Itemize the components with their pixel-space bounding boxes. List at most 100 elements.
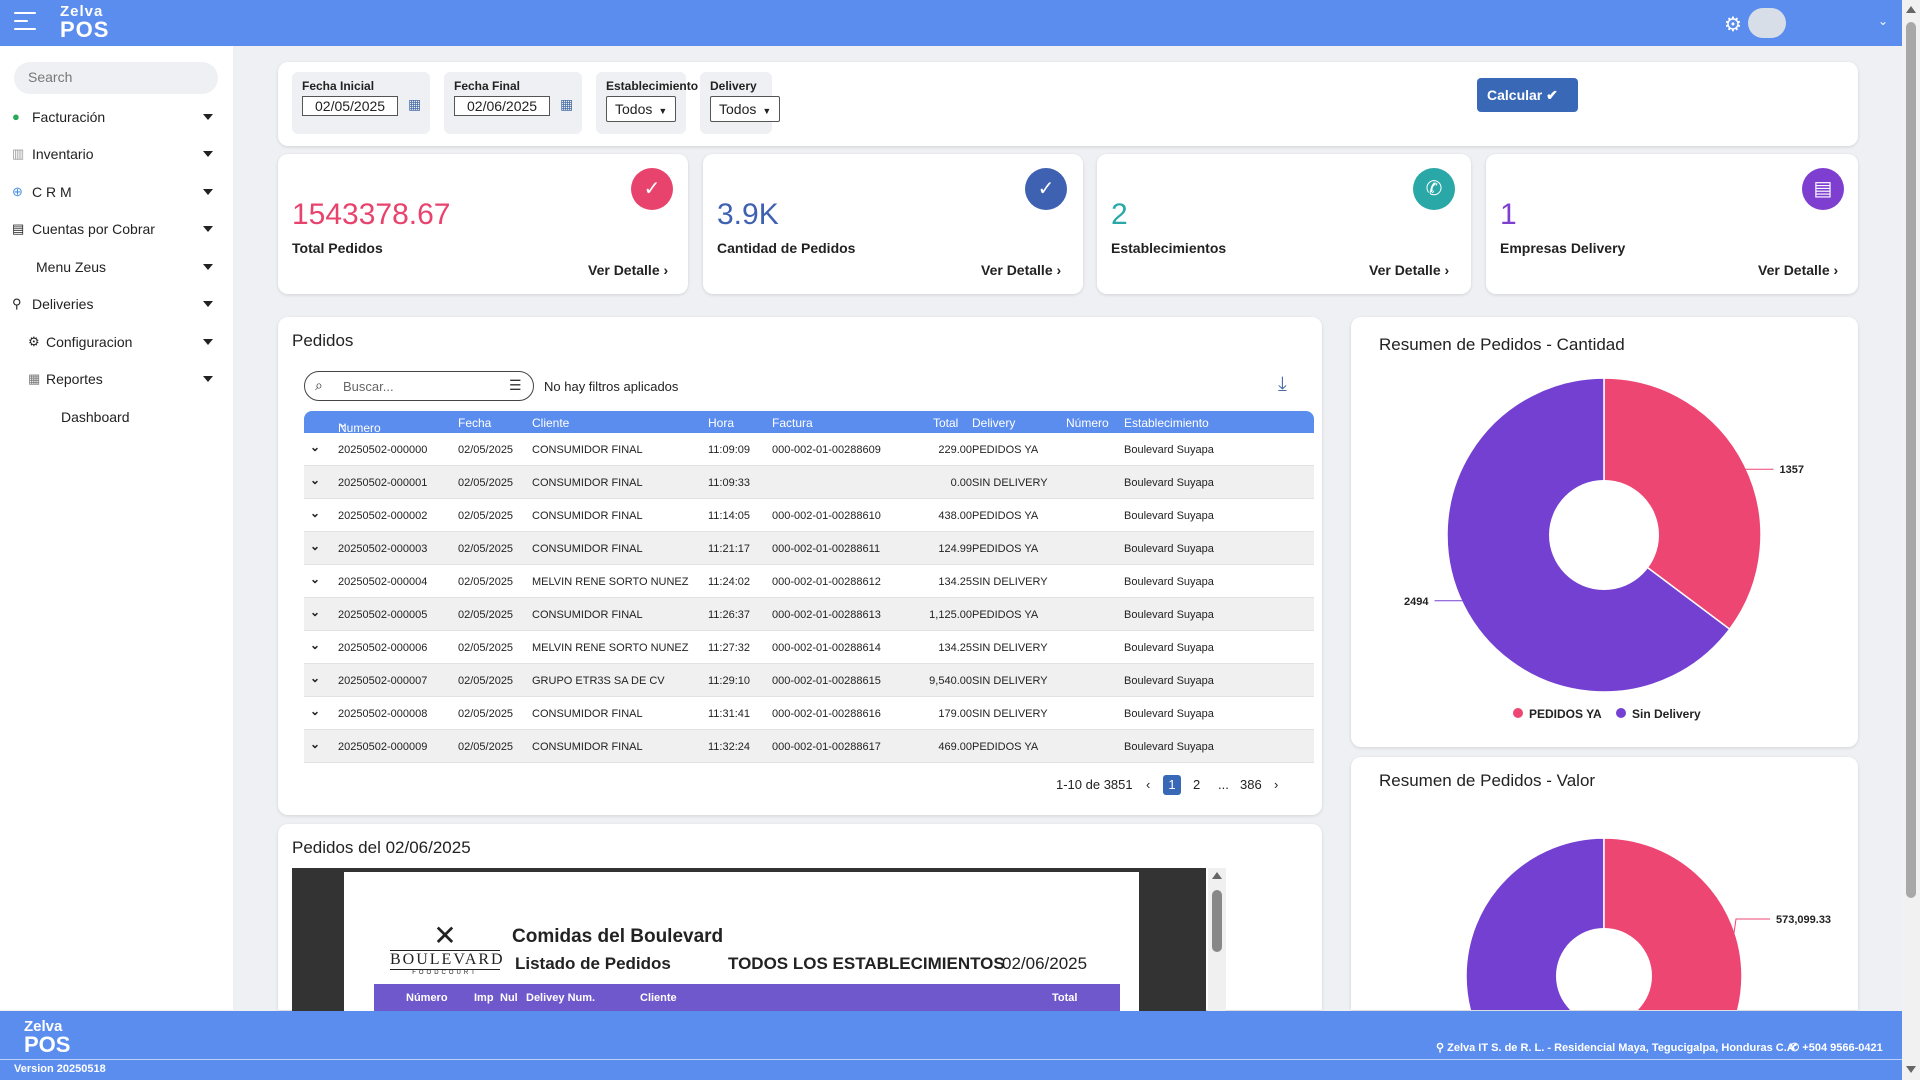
- delivery-select[interactable]: Todos ▼: [710, 96, 781, 122]
- expand-row-icon[interactable]: ⌄: [310, 737, 320, 751]
- scroll-up-icon[interactable]: [1906, 6, 1916, 13]
- chevron-down-icon[interactable]: ⌄: [1878, 14, 1888, 28]
- sidebar-item-crm[interactable]: ⊕ C R M: [0, 177, 233, 207]
- table-row[interactable]: ⌄ 20250502-000007 02/05/2025 GRUPO ETR3S SA…: [304, 664, 1314, 697]
- scroll-thumb[interactable]: [1906, 22, 1916, 898]
- ver-detalle-link[interactable]: Ver Detalle ›: [1369, 262, 1449, 278]
- motorbike-icon: ⚲: [12, 296, 22, 311]
- scroll-up-icon[interactable]: [1212, 872, 1222, 879]
- table-cell: 20250502-000005: [338, 609, 428, 621]
- expand-row-icon[interactable]: ⌄: [310, 605, 320, 619]
- sidebar-item-menu-zeus[interactable]: Menu Zeus: [0, 252, 233, 282]
- column-header-delivery[interactable]: Delivery: [972, 416, 1015, 430]
- next-page-icon[interactable]: ›: [1274, 777, 1278, 792]
- table-row[interactable]: ⌄ 20250502-000009 02/05/2025 CONSUMIDOR FIN…: [304, 730, 1314, 763]
- report-card: Pedidos del 02/06/2025 ✕ BOULEVARD FOODC…: [278, 824, 1322, 1018]
- column-header-cliente[interactable]: Cliente: [532, 416, 569, 430]
- column-header-factura[interactable]: Factura: [772, 416, 813, 430]
- previous-page-icon[interactable]: ‹: [1146, 777, 1150, 792]
- scroll-down-icon[interactable]: [1906, 1066, 1916, 1073]
- sidebar-item-configuracion[interactable]: ⚙ Configuracion: [0, 327, 233, 357]
- establecimiento-select[interactable]: Todos ▼: [606, 96, 677, 122]
- table-cell: 0.00: [950, 477, 972, 489]
- expand-row-icon[interactable]: ⌄: [310, 638, 320, 652]
- calendar-icon[interactable]: ▦: [408, 96, 421, 113]
- sidebar-item-facturacion[interactable]: ● Facturación: [0, 102, 233, 132]
- legend-label-sin-delivery[interactable]: Sin Delivery: [1632, 707, 1701, 721]
- ver-detalle-link[interactable]: Ver Detalle ›: [588, 262, 668, 278]
- sidebar-item-deliveries[interactable]: ⚲ Deliveries: [0, 289, 233, 319]
- report-scrollbar[interactable]: [1208, 868, 1226, 1018]
- menu-icon[interactable]: [14, 12, 36, 32]
- table-row[interactable]: ⌄ 20250502-000005 02/05/2025 CONSUMIDOR FIN…: [304, 598, 1314, 631]
- table-cell: 134.25: [938, 642, 972, 654]
- check-icon: ✓: [631, 168, 673, 210]
- expand-row-icon[interactable]: ⌄: [310, 572, 320, 586]
- column-header-hora[interactable]: Hora: [708, 416, 734, 430]
- table-cell: 000-002-01-00288614: [772, 642, 881, 654]
- sidebar-item-cuentas-por-cobrar[interactable]: ▤ Cuentas por Cobrar: [0, 214, 233, 244]
- calcular-button[interactable]: Calcular ✔: [1477, 78, 1578, 112]
- table-row[interactable]: ⌄ 20250502-000001 02/05/2025 CONSUMIDOR FIN…: [304, 466, 1314, 499]
- table-row[interactable]: ⌄ 20250502-000006 02/05/2025 MELVIN RENE SO…: [304, 631, 1314, 664]
- table-cell: GRUPO ETR3S SA DE CV: [532, 675, 665, 687]
- column-header-establecimiento[interactable]: Establecimiento: [1124, 416, 1209, 430]
- column-header-numero-delivery[interactable]: Número: [1066, 416, 1109, 430]
- column-header-total[interactable]: Total: [933, 416, 958, 430]
- sidebar-item-inventario[interactable]: ▥ Inventario: [0, 139, 233, 169]
- table-row[interactable]: ⌄ 20250502-000000 02/05/2025 CONSUMIDOR FIN…: [304, 433, 1314, 466]
- expand-row-icon[interactable]: ⌄: [310, 704, 320, 718]
- sidebar-item-reportes[interactable]: ▦ Reportes: [0, 364, 233, 394]
- legend-label-pedidos-ya[interactable]: PEDIDOS YA: [1529, 707, 1602, 721]
- sidebar-search-input[interactable]: Search: [14, 62, 218, 94]
- stat-label: Establecimientos: [1111, 240, 1227, 256]
- page-scrollbar[interactable]: [1902, 0, 1920, 1080]
- expand-row-icon[interactable]: ⌄: [310, 671, 320, 685]
- download-icon[interactable]: ⤓: [1278, 373, 1287, 396]
- sidebar-item-label: Menu Zeus: [36, 259, 107, 275]
- table-row[interactable]: ⌄ 20250502-000008 02/05/2025 CONSUMIDOR FIN…: [304, 697, 1314, 730]
- calendar-icon[interactable]: ▦: [560, 96, 573, 113]
- page-button-current[interactable]: 1: [1163, 775, 1181, 795]
- boulevard-logo: ✕ BOULEVARD FOODCOURT: [390, 920, 505, 976]
- table-cell: 11:26:37: [708, 609, 751, 621]
- table-cell: 000-002-01-00288616: [772, 708, 881, 720]
- table-cell: 02/05/2025: [458, 477, 514, 489]
- search-icon: ⌕: [315, 377, 323, 393]
- ver-detalle-link[interactable]: Ver Detalle ›: [1758, 262, 1838, 278]
- expand-row-icon[interactable]: ⌄: [310, 539, 320, 553]
- fecha-final-input[interactable]: 02/06/2025: [454, 96, 551, 116]
- sidebar-item-label: Inventario: [32, 146, 94, 162]
- expand-row-icon[interactable]: ⌄: [310, 473, 320, 487]
- sidebar-item-label: C R M: [32, 184, 72, 200]
- avatar[interactable]: [1748, 8, 1786, 38]
- gear-icon[interactable]: ⚙: [1724, 12, 1742, 37]
- box-icon: ▥: [12, 146, 25, 161]
- filter-settings-icon[interactable]: ☰: [509, 377, 522, 394]
- table-search-input[interactable]: ⌕ Buscar... ☰: [304, 371, 534, 401]
- establecimiento-label: Establecimiento: [606, 79, 699, 93]
- fecha-inicial-input[interactable]: 02/05/2025: [302, 96, 399, 116]
- table-row[interactable]: ⌄ 20250502-000003 02/05/2025 CONSUMIDOR FIN…: [304, 532, 1314, 565]
- app-logo[interactable]: Zelva POS: [60, 4, 109, 41]
- column-header-numero[interactable]: Numero ⌄: [338, 416, 381, 435]
- report-preview[interactable]: ✕ BOULEVARD FOODCOURT Comidas del Boulev…: [292, 868, 1226, 1018]
- data-label-0: 573,099.33: [1776, 914, 1831, 926]
- table-cell: PEDIDOS YA: [972, 510, 1039, 522]
- column-header-fecha[interactable]: Fecha: [458, 416, 491, 430]
- table-cell: 179.00: [938, 708, 972, 720]
- page-button-2[interactable]: 2: [1193, 777, 1200, 792]
- table-row[interactable]: ⌄ 20250502-000002 02/05/2025 CONSUMIDOR FIN…: [304, 499, 1314, 532]
- table-row[interactable]: ⌄ 20250502-000004 02/05/2025 MELVIN RENE SO…: [304, 565, 1314, 598]
- expand-row-icon[interactable]: ⌄: [310, 440, 320, 454]
- table-cell: 469.00: [938, 741, 972, 753]
- table-cell: SIN DELIVERY: [972, 642, 1048, 654]
- table-cell: 11:24:02: [708, 576, 751, 588]
- sidebar-item-dashboard[interactable]: Dashboard: [0, 402, 233, 432]
- scroll-thumb[interactable]: [1212, 890, 1222, 952]
- report-table-header: Número Imp Nul Delivey Num. Cliente Tota…: [374, 984, 1120, 1012]
- page-button-last[interactable]: 386: [1240, 777, 1262, 792]
- ver-detalle-link[interactable]: Ver Detalle ›: [981, 262, 1061, 278]
- fecha-final-label: Fecha Final: [454, 79, 521, 93]
- expand-row-icon[interactable]: ⌄: [310, 506, 320, 520]
